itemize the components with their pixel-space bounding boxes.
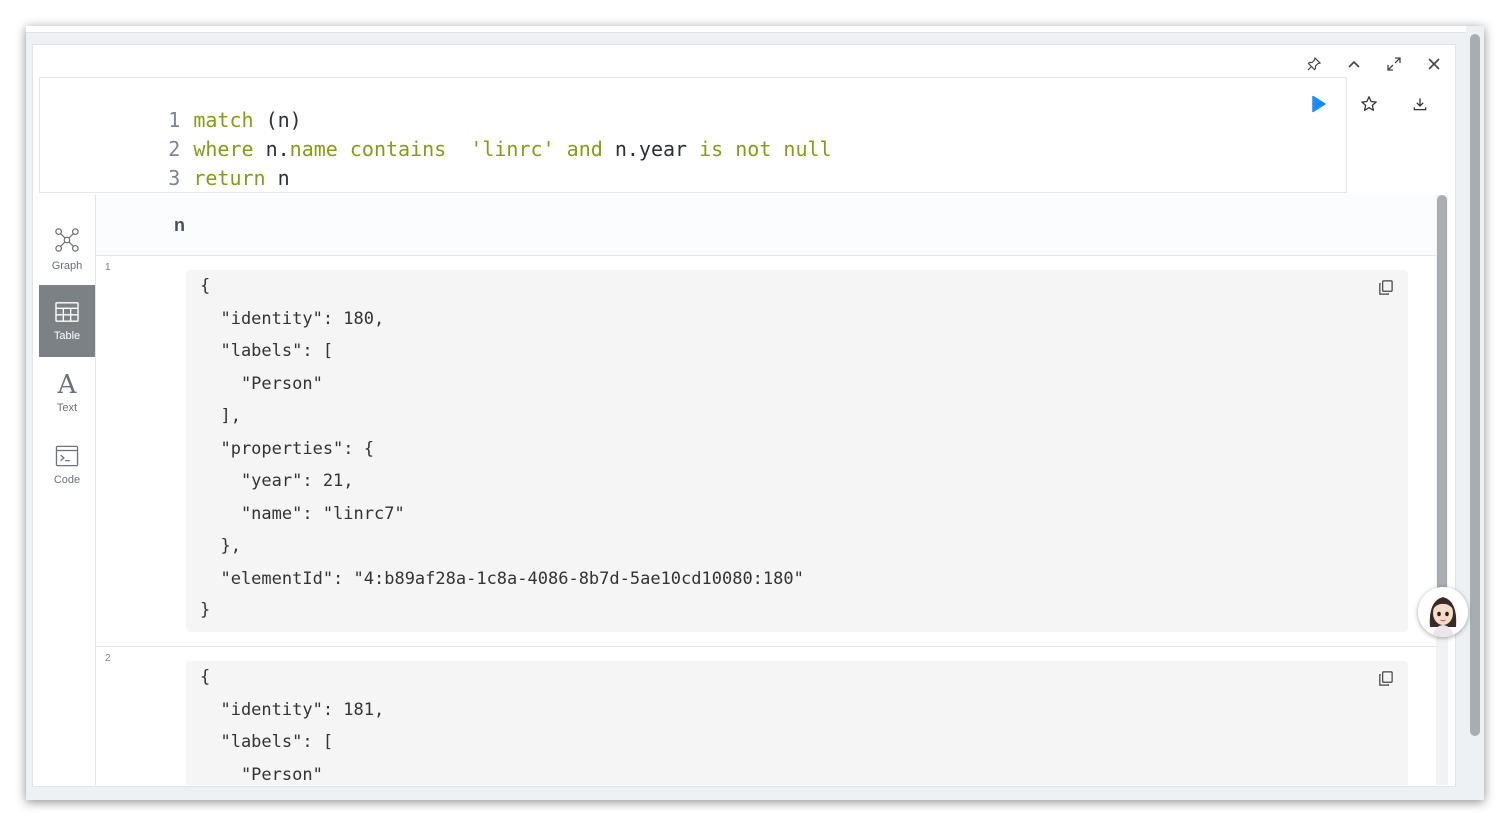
- column-header-label: n: [174, 215, 185, 235]
- text-icon: A: [57, 370, 77, 400]
- top-strip: [26, 26, 1466, 33]
- table-row: 2 { "identity": 181, "labels": [ "Person…: [96, 647, 1436, 785]
- json-line: "name": "linrc7": [200, 504, 405, 524]
- star-icon[interactable]: [1354, 89, 1384, 119]
- row-number: 1: [105, 262, 111, 273]
- close-icon[interactable]: [1423, 53, 1445, 75]
- result-table: n 1 { "identity": 180, "labels": [ "Pers…: [95, 195, 1450, 785]
- collapse-icon[interactable]: [1343, 53, 1365, 75]
- editor-line: 4order by n.year desc: [40, 164, 434, 218]
- json-line: {: [200, 667, 211, 687]
- tab-table[interactable]: Table: [39, 285, 95, 357]
- view-sidebar: Graph Table A Text Code: [39, 213, 95, 785]
- json-line: "identity": 180,: [200, 309, 385, 329]
- query-frame: 1 match (n) 2 where n.name contains 'linrc…: [32, 44, 1456, 787]
- pin-icon[interactable]: [1303, 53, 1325, 75]
- tab-label: Table: [53, 329, 81, 342]
- json-block: { "identity": 181, "labels": [ "Person": [186, 661, 1408, 785]
- run-icon[interactable]: [1303, 89, 1333, 119]
- json-line: {: [200, 276, 211, 296]
- tab-text[interactable]: A Text: [39, 357, 95, 429]
- json-line: ],: [200, 406, 241, 426]
- json-line: "elementId": "4:b89af28a-1c8a-4086-8b7d-…: [200, 569, 804, 589]
- app-window: 1 match (n) 2 where n.name contains 'linrc…: [26, 26, 1484, 800]
- download-icon[interactable]: [1405, 89, 1435, 119]
- fullscreen-icon[interactable]: [1383, 53, 1405, 75]
- tab-label: Text: [56, 402, 78, 414]
- json-line: "Person": [200, 374, 323, 394]
- editor-line: 2 where n.name contains 'linrc' and n.yea…: [40, 107, 831, 161]
- json-line: "Person": [200, 765, 323, 785]
- result-scrollbar-thumb[interactable]: [1437, 195, 1447, 635]
- result-scrollbar[interactable]: [1436, 195, 1448, 785]
- json-line: "properties": {: [200, 439, 374, 459]
- table-row: 1 { "identity": 180, "labels": [ "Person…: [96, 256, 1436, 647]
- window-scrollbar[interactable]: [1466, 26, 1484, 800]
- tab-label: Graph: [51, 259, 83, 272]
- code-icon: [55, 445, 79, 470]
- editor-actions: [1303, 89, 1456, 119]
- json-line: }: [200, 600, 211, 620]
- json-line: "identity": 181,: [200, 700, 385, 720]
- json-block: { "identity": 180, "labels": [ "Person" …: [186, 270, 1408, 632]
- row-number: 2: [105, 653, 111, 664]
- tab-label: Code: [53, 473, 81, 486]
- editor-line: 3 return n: [40, 136, 289, 190]
- json-line: "labels": [: [200, 341, 334, 361]
- tab-graph[interactable]: Graph: [39, 213, 95, 285]
- table-icon: [54, 301, 80, 326]
- assistant-avatar[interactable]: [1418, 587, 1468, 637]
- copy-icon[interactable]: [1374, 276, 1396, 298]
- tab-code[interactable]: Code: [39, 429, 95, 501]
- frame-controls: [1303, 53, 1445, 75]
- query-editor[interactable]: 1 match (n) 2 where n.name contains 'linrc…: [39, 77, 1347, 218]
- column-header: n: [96, 195, 1436, 256]
- json-line: "year": 21,: [200, 471, 354, 491]
- json-line: "labels": [: [200, 732, 334, 752]
- editor-line: 1 match (n): [40, 78, 301, 132]
- copy-icon[interactable]: [1374, 667, 1396, 689]
- json-line: },: [200, 536, 241, 556]
- graph-icon: [54, 227, 80, 256]
- window-scrollbar-thumb[interactable]: [1470, 34, 1480, 736]
